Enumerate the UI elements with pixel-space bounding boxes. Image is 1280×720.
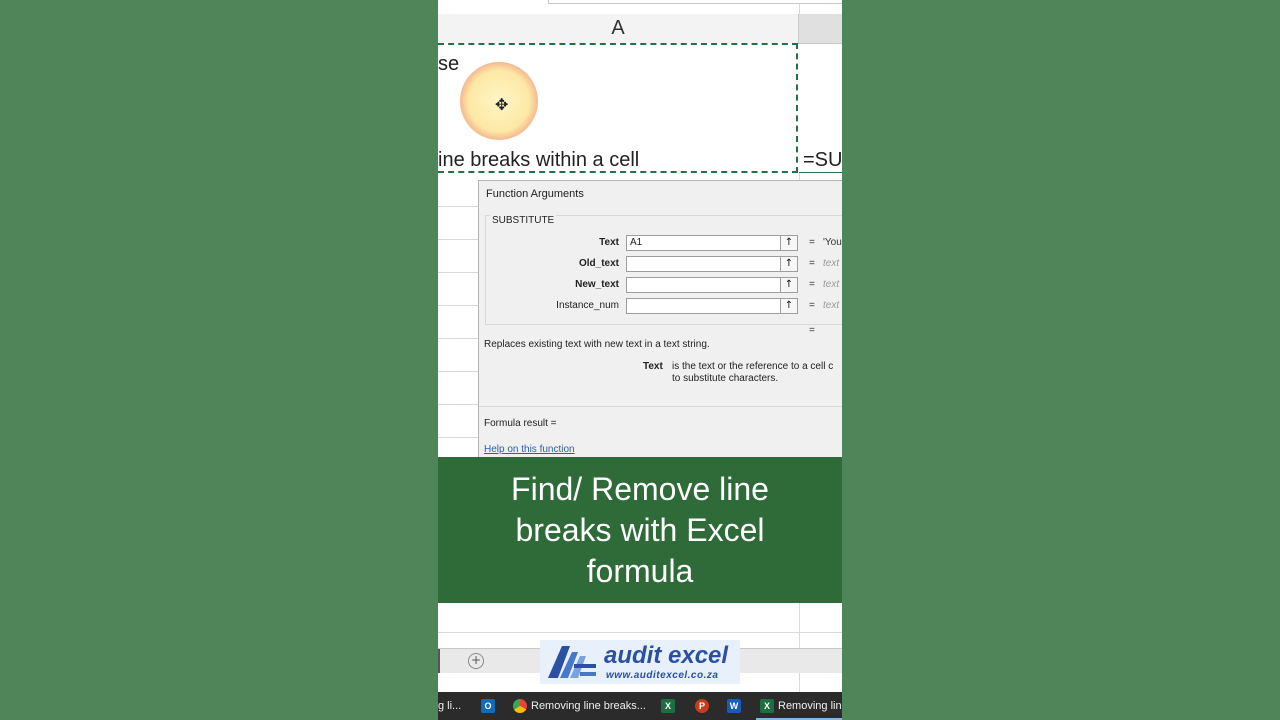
column-header-b[interactable]	[799, 14, 842, 44]
arg-label-old-text: Old_text	[578, 258, 619, 269]
banner-line-2: breaks with Excel	[515, 512, 765, 548]
taskbar-item-chrome[interactable]: Removing line breaks...	[510, 692, 652, 720]
formula-result: Formula result =	[484, 418, 557, 429]
collapse-arrow-icon[interactable]: ↑	[780, 235, 798, 251]
collapse-arrow-icon[interactable]: ↑	[780, 256, 798, 272]
arg-label-instance-num: Instance_num	[556, 300, 619, 311]
argument-help-name: Text	[643, 361, 663, 372]
taskbar-item-label: g li...	[438, 700, 462, 712]
cursor-icon: ✥	[495, 95, 509, 114]
taskbar-item[interactable]: g li...	[438, 692, 472, 720]
arg-equals: =	[809, 279, 815, 290]
argument-help-line-1: is the text or the reference to a cell c	[672, 361, 834, 372]
banner-line-3: formula	[586, 553, 694, 589]
taskbar-item-powerpoint[interactable]: P	[692, 692, 714, 720]
cell-a1-line-3: ine breaks within a cell	[438, 149, 640, 171]
arg-result-text: 'You	[823, 237, 842, 248]
arg-label-text: Text	[599, 237, 619, 248]
video-frame: A se ine breaks within a cell =SU ✥ Func…	[438, 0, 842, 720]
taskbar-item-excel-active[interactable]: X Removing lin	[756, 692, 842, 720]
dialog-title: Function Arguments	[486, 188, 584, 200]
help-link[interactable]: Help on this function	[484, 444, 575, 455]
title-banner: Find/ Remove line breaks with Excel form…	[438, 457, 842, 603]
collapse-arrow-icon[interactable]: ↑	[780, 298, 798, 314]
divider	[479, 406, 842, 407]
taskbar-item-outlook[interactable]: O	[478, 692, 500, 720]
cell-b1[interactable]: =SU	[799, 43, 842, 173]
logo-mark-icon	[548, 646, 596, 678]
column-header-a[interactable]: A	[438, 14, 799, 44]
arg-result-instance-num: text	[823, 300, 840, 311]
function-name: SUBSTITUTE	[490, 215, 557, 226]
logo-url: www.auditexcel.co.za	[606, 670, 719, 681]
chrome-icon	[513, 699, 527, 713]
function-description: Replaces existing text with new text in …	[484, 339, 710, 350]
sheet-scroll-edge	[438, 649, 440, 673]
cell-b1-formula: =SU	[803, 149, 842, 171]
cell-a1-line-1: se	[438, 53, 460, 75]
arg-input-new-text[interactable]	[626, 277, 798, 293]
taskbar-item-label: Removing line breaks...	[531, 700, 646, 712]
argument-help-line-2: to substitute characters.	[672, 373, 779, 384]
arg-equals: =	[809, 237, 815, 248]
arg-input-old-text[interactable]	[626, 256, 798, 272]
taskbar-item-label: Removing lin	[778, 700, 842, 712]
powerpoint-icon: P	[695, 699, 709, 713]
arg-input-instance-num[interactable]	[626, 298, 798, 314]
windows-taskbar: g li... O Removing line breaks... X P W …	[438, 692, 842, 720]
audit-excel-logo: audit excel www.auditexcel.co.za	[540, 640, 740, 684]
taskbar-item-word[interactable]: W	[724, 692, 746, 720]
function-arguments-dialog: Function Arguments SUBSTITUTE Text A1 ↑ …	[478, 180, 842, 460]
formula-bar[interactable]	[548, 0, 842, 4]
word-icon: W	[727, 699, 741, 713]
arg-label-new-text: New_text	[575, 279, 619, 290]
excel-icon: X	[661, 699, 675, 713]
arg-result-new-text: text	[823, 279, 840, 290]
argument-help-text: is the text or the reference to a cell c…	[672, 361, 842, 385]
add-sheet-icon[interactable]: +	[468, 653, 484, 669]
function-result-equals: =	[809, 325, 815, 336]
banner-line-1: Find/ Remove line	[511, 471, 769, 507]
logo-name: audit excel	[604, 642, 729, 669]
arg-result-old-text: text	[823, 258, 840, 269]
arg-equals: =	[809, 258, 815, 269]
arg-input-text[interactable]: A1	[626, 235, 798, 251]
excel-icon: X	[760, 699, 774, 713]
taskbar-item-excel[interactable]: X	[658, 692, 680, 720]
arg-equals: =	[809, 300, 815, 311]
row-gridline	[438, 632, 842, 633]
outlook-icon: O	[481, 699, 495, 713]
collapse-arrow-icon[interactable]: ↑	[780, 277, 798, 293]
